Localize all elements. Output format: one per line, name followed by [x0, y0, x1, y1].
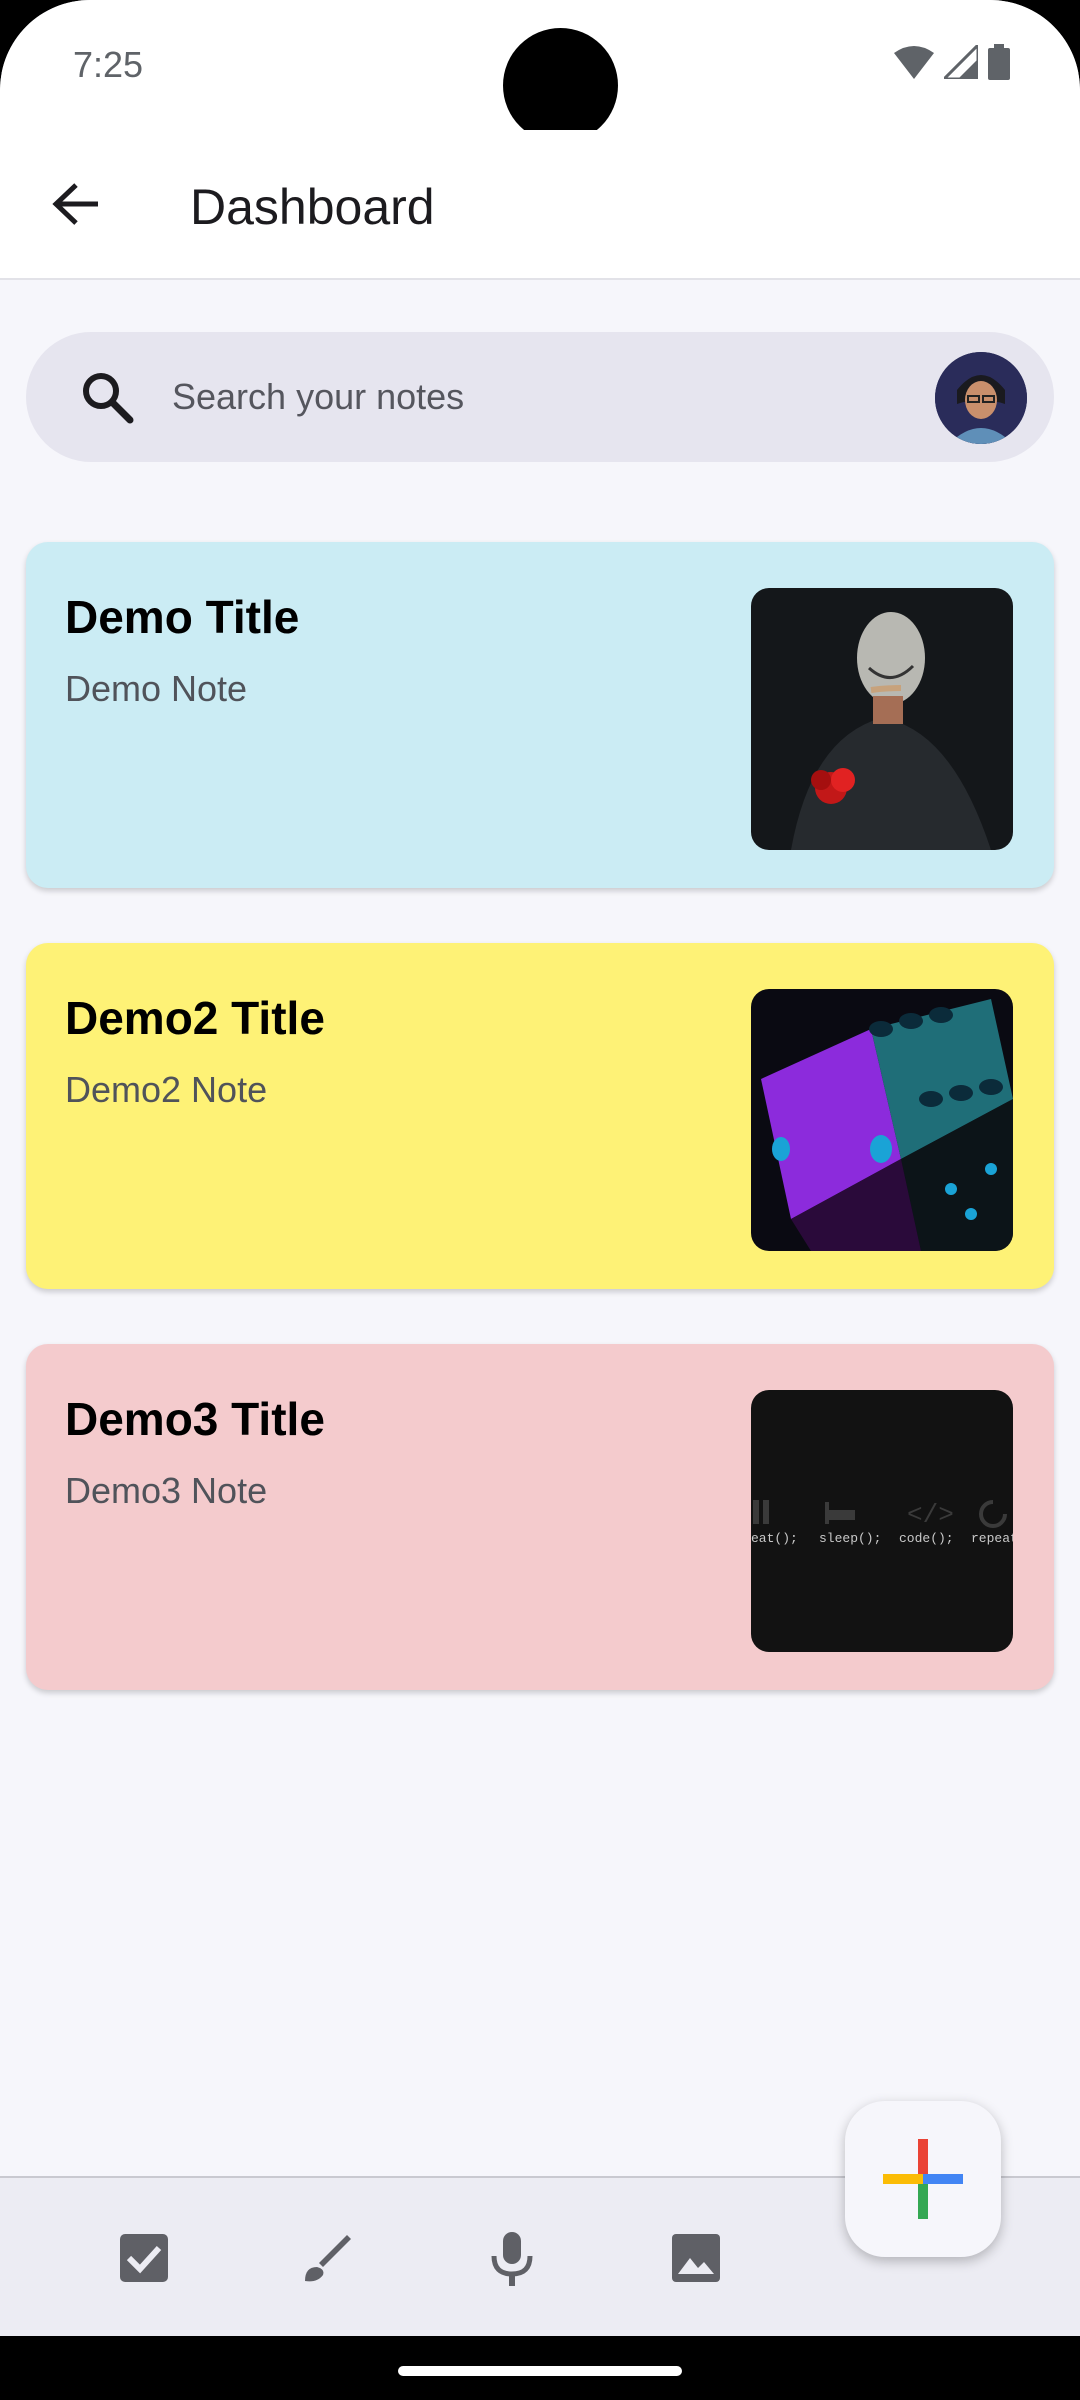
image-button[interactable] [666, 2228, 726, 2288]
note-title: Demo Title [65, 591, 300, 643]
app-bar: Dashboard [0, 130, 1080, 280]
search-input[interactable] [172, 367, 892, 427]
routine-label: repeat [971, 1531, 1013, 1546]
note-text: Demo2 Note [65, 1069, 268, 1110]
status-icons [894, 44, 1010, 80]
note-text: Demo Note [65, 668, 248, 709]
wifi-icon [894, 46, 934, 79]
screen: 7:25 Dashboard Search your notes Demo Ti… [0, 0, 1080, 2400]
avatar-image [935, 352, 1027, 444]
status-time: 7:25 [73, 44, 144, 85]
signal-icon [944, 45, 978, 79]
checkbox-button[interactable] [114, 2228, 174, 2288]
routine-label: sleep(); [819, 1531, 881, 1546]
note-image [751, 588, 1013, 850]
note-image [751, 989, 1013, 1251]
page-title: Dashboard [190, 179, 435, 235]
checkbox-icon [120, 2234, 168, 2282]
note-card[interactable]: Demo3 Title Demo3 Note </> eat(); sleep(… [26, 1344, 1054, 1690]
camera-cutout [503, 28, 618, 143]
voice-button[interactable] [482, 2228, 542, 2288]
note-text: Demo3 Note [65, 1470, 268, 1511]
brush-icon [305, 2235, 351, 2282]
note-card[interactable]: Demo2 Title Demo2 Note [26, 943, 1054, 1289]
add-note-fab[interactable] [845, 2101, 1001, 2257]
dice-image [751, 989, 1013, 1251]
routine-label: eat(); [751, 1531, 798, 1546]
note-title: Demo2 Title [65, 992, 325, 1044]
search-bar[interactable] [26, 332, 1054, 462]
back-button[interactable] [40, 168, 112, 240]
arrow-back-icon [52, 183, 98, 225]
search-icon [83, 373, 134, 424]
status-bar: 7:25 [0, 0, 1080, 143]
code-routine-image: </> eat(); sleep(); code(); repeat [751, 1390, 1013, 1652]
avatar[interactable] [935, 352, 1027, 444]
drawing-button[interactable] [298, 2228, 358, 2288]
image-icon [672, 2234, 720, 2282]
note-title: Demo3 Title [65, 1393, 325, 1445]
note-image: </> eat(); sleep(); code(); repeat [751, 1390, 1013, 1652]
home-gesture-handle[interactable] [398, 2366, 682, 2376]
routine-label: code(); [899, 1531, 954, 1546]
mic-icon [491, 2232, 533, 2286]
svg-text:</>: </> [907, 1500, 954, 1530]
note-card[interactable]: Demo Title Demo Note [26, 542, 1054, 888]
masked-figure-image [751, 588, 1013, 850]
battery-icon [988, 44, 1010, 80]
plus-icon [883, 2139, 963, 2219]
